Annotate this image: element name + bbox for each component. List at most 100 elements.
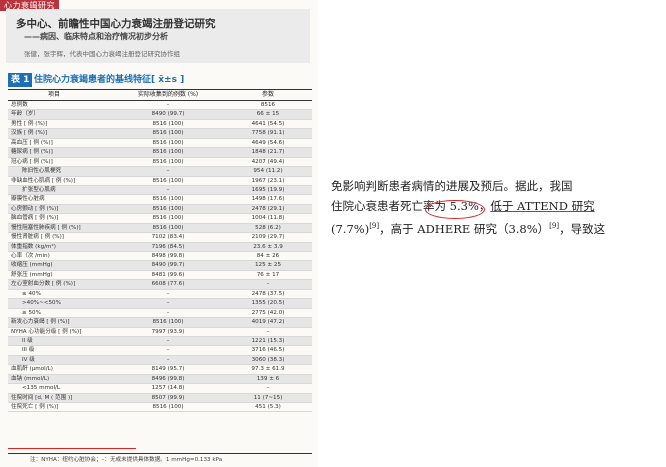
table-row: II 级 – 1221 (15.3) (8, 336, 312, 347)
table-cell-count: – (166, 347, 170, 354)
table-row: 慢性肾脏病 [ 例 (%)] 7102 (83.4) 2109 (29.7) (8, 233, 312, 243)
table-cell-value: 4649 (54.6) (251, 139, 285, 146)
table-cell-value: 2775 (42.0) (251, 309, 285, 316)
table-cell-value: – (266, 328, 270, 335)
table-cell-count: 8516 (100) (152, 149, 184, 156)
table-cell-count: – (166, 300, 170, 307)
table-cell-item: 住院时间 [d, M ( 范围 )] (11, 394, 73, 401)
table-cell-item: 血肌酐 (μmol/L) (11, 366, 53, 373)
article-title: 多中心、前瞻性中国心力衰竭注册登记研究 (16, 18, 216, 30)
table-cell-value: 954 (11.2) (253, 168, 283, 175)
table-cell-item: 心房颤动 [ 例 (%)] (11, 205, 59, 212)
table-cell-count: – (166, 102, 170, 108)
table-row: III 级 – 3716 (46.5) (8, 346, 312, 356)
table-cell-item: 陈旧性心肌梗死 (22, 168, 62, 175)
body-line-3-text-c: ，导致这 (559, 221, 606, 236)
table-cell-value: 8516 (260, 102, 276, 108)
body-line-3: (7.7%)[9]，高于 ADHERE 研究（3.8%）[9]，导致这 (331, 216, 651, 236)
table-cell-count: 8516 (100) (152, 319, 184, 326)
body-line-2-text-a: 住院心衰患者死亡率 (331, 199, 435, 213)
table-cell-item: 新发心力衰竭 [ 例 (%)] (11, 319, 70, 326)
citation-ref-2: [9] (549, 222, 560, 230)
table-cell-value: 1004 (11.8) (251, 215, 285, 222)
table-cell-item: ≥ 50% (22, 309, 41, 316)
table-cell-count: 8481 (99.6) (151, 271, 185, 278)
table-cell-item: 扩张型心肌病 (22, 186, 56, 193)
table-row: 糖尿病 [ 例 (%)] 8516 (100) 1848 (21.7) (8, 148, 312, 158)
table-row: 冠心病 [ 例 (%)] 8516 (100) 4207 (49.4) (8, 158, 312, 168)
table-row: 非缺血性心肌病 [ 例 (%)] 8516 (100) 1967 (23.1) (8, 177, 312, 186)
table-cell-count: 7196 (84.5) (151, 243, 185, 250)
table-cell-count: 8516 (100) (152, 196, 184, 203)
table-row: 收缩压 (mmHg) 8490 (99.7) 125 ± 25 (8, 261, 312, 271)
table-cell-count: 6608 (77.6) (151, 281, 185, 288)
table-row: 血肌酐 (μmol/L) 8149 (95.7) 97.3 ± 61.9 (8, 365, 312, 375)
article-page: 心力衰竭研究 多中心、前瞻性中国心力衰竭注册登记研究 ——病因、临床特点和治疗情… (0, 0, 318, 467)
table-cell-item: III 级 (22, 347, 35, 354)
table-title: 住院心力衰竭患者的基线特征[ x̄±s ] (34, 75, 185, 85)
red-circle-annotation (425, 200, 485, 219)
table-row: 体重指数 (kg/m²) 7196 (84.5) 23.6 ± 3.9 (8, 242, 312, 252)
table-cell-value: 1695 (19.9) (251, 186, 285, 193)
table-bottom-rule (8, 453, 312, 454)
table-cell-value: 2478 (29.1) (251, 205, 285, 212)
table-cell-count: – (166, 168, 170, 175)
table-cell-item: <135 mmol/L (22, 385, 61, 392)
table-cell-count: 8516 (100) (152, 404, 184, 410)
table-row: 心房颤动 [ 例 (%)] 8516 (100) 2478 (29.1) (8, 204, 312, 215)
table-header-value: 参数 (261, 91, 274, 98)
table-cell-item: >40%~<50% (22, 300, 61, 307)
baseline-table: 项目 实际收集到的例数 (%) 参数 总例数 – 8516 年龄（岁） 8490 (99… (8, 89, 312, 413)
table-cell-value: 1221 (15.3) (251, 337, 285, 344)
table-cell-count: 8516 (100) (152, 130, 184, 137)
table-cell-item: NYHA 心功能分级 [ 例 (%)] (11, 328, 82, 335)
table-body: 总例数 – 8516 年龄（岁） 8490 (99.7) 66 ± 15 男性 [ 例 (%… (8, 101, 312, 413)
table-cell-value: 1355 (20.5) (251, 300, 285, 307)
table-cell-item: 冠心病 [ 例 (%)] (11, 158, 53, 165)
body-line-3-text: (7.7%) (331, 221, 370, 236)
body-line-2-text-c: 低于 ATTEND 研究 (490, 199, 595, 213)
table-cell-count: 8516 (100) (152, 205, 184, 212)
table-cell-item: 男性 [ 例 (%)] (11, 120, 48, 127)
table-row: 汉族 [ 例 (%)] 8516 (100) 7758 (91.1) (8, 129, 312, 139)
table-cell-count: 8516 (100) (152, 177, 184, 184)
table-number: 表 1 (8, 73, 33, 87)
table-row: 年龄（岁） 8490 (99.7) 66 ± 15 (8, 110, 312, 120)
table-cell-value: 23.6 ± 3.9 (253, 243, 283, 250)
table-row: 左心室射血分数 [ 例 (%)] 6608 (77.6) – (8, 280, 312, 290)
table-caption: 表 1 住院心力衰竭患者的基线特征[ x̄±s ] (8, 73, 312, 87)
table-row: >40%~<50% – 1355 (20.5) (8, 299, 312, 309)
table-cell-count: 7102 (83.4) (151, 234, 185, 241)
table-row: 高血压 [ 例 (%)] 8516 (100) 4649 (54.6) (8, 139, 312, 149)
body-text-excerpt: 免影响判断患者病情的进展及预后。据此，我国 住院心衰患者死亡率为 5.3%，低于… (331, 176, 651, 236)
table-cell-count: 1257 (14.8) (151, 385, 185, 392)
table-cell-count: 8516 (100) (152, 158, 184, 165)
table-cell-item: 收缩压 (mmHg) (11, 262, 53, 269)
article-subtitle: ——病因、临床特点和治疗情况初步分析 (24, 32, 168, 41)
article-authors: 张健，张宇辉，代表中国心力衰竭注册登记研究协作组 (24, 50, 180, 58)
table-cell-item: 慢性肾脏病 [ 例 (%)] (11, 234, 64, 241)
table-cell-value: 4019 (47.2) (251, 319, 285, 326)
table-row: ≥ 50% – 2775 (42.0) (8, 309, 312, 319)
table-row: 血钠 (mmol/L) 8496 (99.8) 139 ± 6 (8, 374, 312, 385)
table-cell-item: IV 级 (22, 356, 35, 363)
table-cell-item: 年龄（岁） (11, 111, 39, 118)
table-cell-value: 3060 (38.3) (251, 356, 285, 363)
table-cell-value: – (266, 385, 270, 392)
table-cell-item: 非缺血性心肌病 [ 例 (%)] (11, 177, 76, 184)
table-row: 总例数 – 8516 (8, 101, 312, 111)
table-cell-value: 2478 (37.5) (251, 290, 285, 297)
table-cell-item: 糖尿病 [ 例 (%)] (11, 149, 53, 156)
table-cell-count: 8490 (99.7) (151, 262, 185, 269)
table-cell-count: 8516 (100) (152, 215, 184, 222)
table-cell-value: 2109 (29.7) (251, 234, 285, 241)
table-cell-value: 11 (7~15) (253, 394, 283, 401)
table-row: 扩张型心肌病 – 1695 (19.9) (8, 185, 312, 196)
table-row: 慢性阻塞性肺疾病 [ 例 (%)] 8516 (100) 528 (6.2) (8, 223, 312, 234)
table-cell-item: 心率（次 /min) (11, 253, 50, 259)
table-cell-value: 4207 (49.4) (251, 158, 285, 165)
table-row: 脑血管病 [ 例 (%)] 8516 (100) 1004 (11.8) (8, 214, 312, 224)
table-row: <135 mmol/L 1257 (14.8) – (8, 384, 312, 394)
table-cell-value: 1848 (21.7) (251, 149, 285, 156)
table-row: 舒张压 (mmHg) 8481 (99.6) 76 ± 17 (8, 271, 312, 281)
